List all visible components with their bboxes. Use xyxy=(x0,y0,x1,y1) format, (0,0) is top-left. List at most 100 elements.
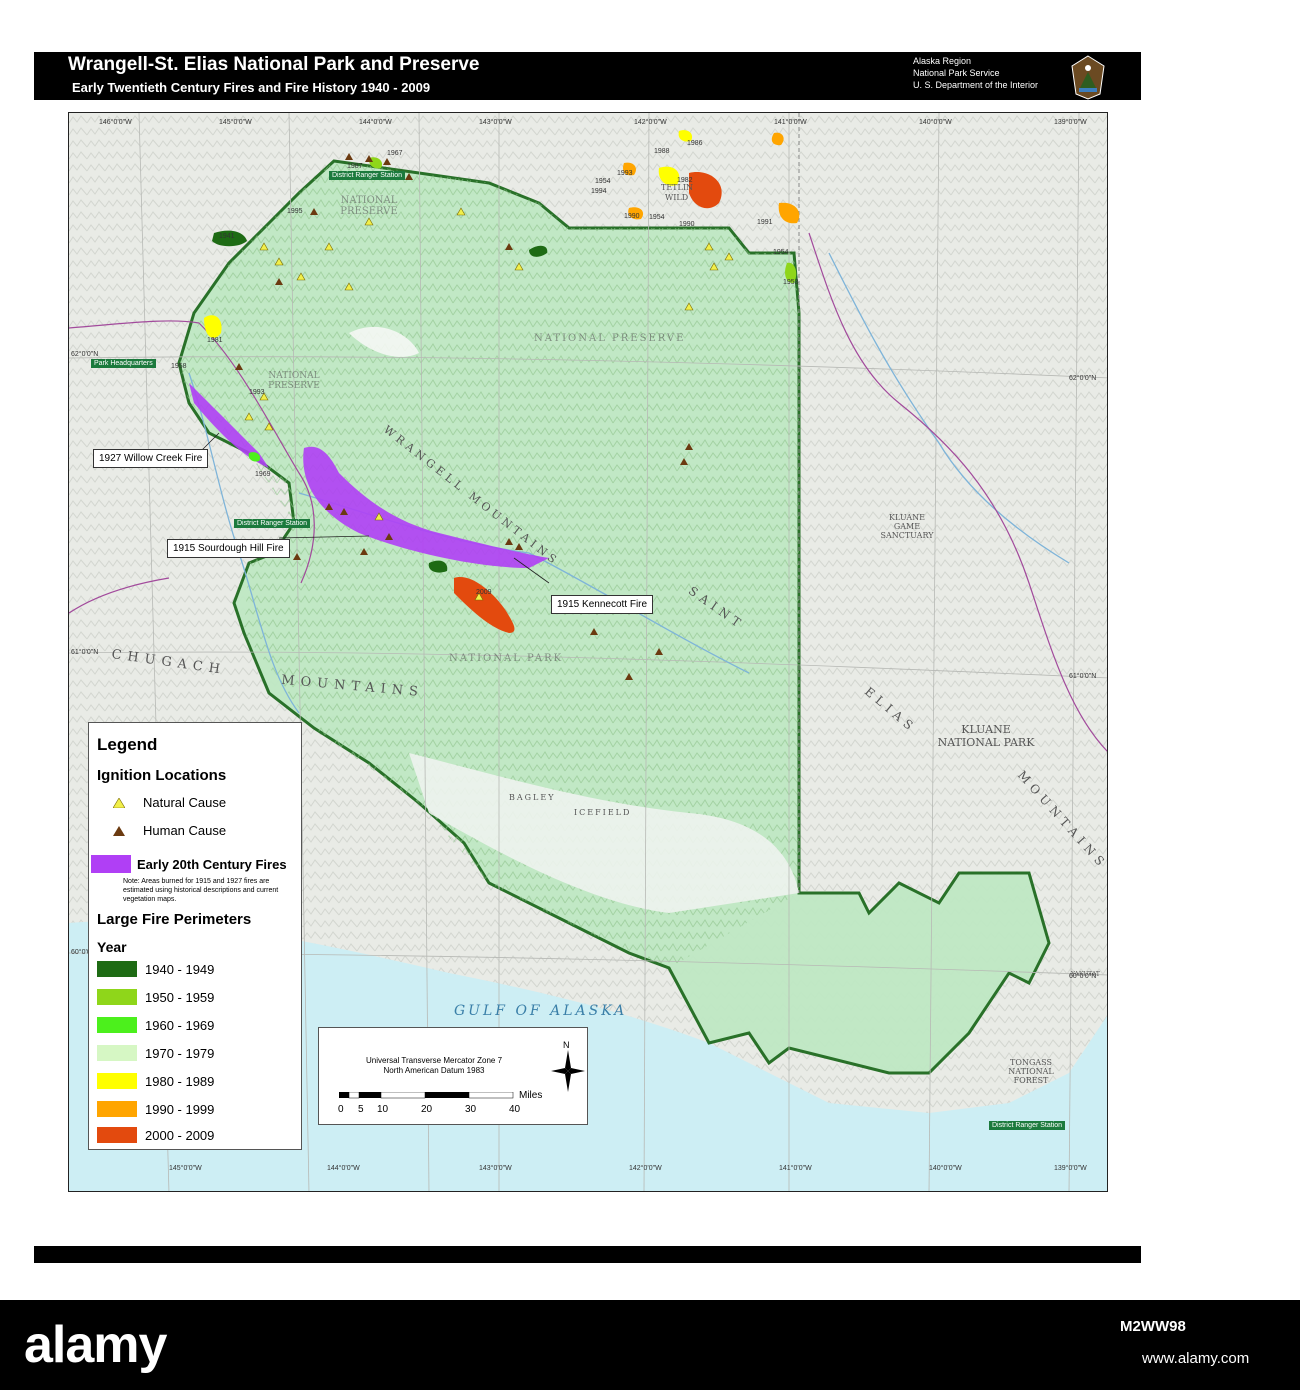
lon-tick-top: 143°0'0"W xyxy=(479,119,512,126)
fire-year-label: 1991 xyxy=(757,219,773,226)
north-arrow-icon xyxy=(551,1050,585,1092)
datum-text: North American Datum 1983 xyxy=(383,1066,485,1075)
label-national-preserve-west: NATIONAL PRESERVE xyxy=(268,371,320,391)
lon-tick-top: 146°0'0"W xyxy=(99,119,132,126)
lon-tick-bottom: 141°0'0"W xyxy=(779,1165,812,1172)
station-park-headquarters: Park Headquarters xyxy=(91,359,156,368)
legend-decade-label: 1940 - 1949 xyxy=(145,961,215,977)
legend-note: Note: Areas burned for 1915 and 1927 fir… xyxy=(123,878,279,903)
fire-year-label: 1993 xyxy=(617,170,633,177)
lon-tick-bottom: 145°0'0"W xyxy=(169,1165,202,1172)
footer-bar xyxy=(34,1246,1141,1263)
lon-tick-top: 144°0'0"W xyxy=(359,119,392,126)
legend-year-heading: Year xyxy=(97,939,127,955)
label-tetlin: TETLIN xyxy=(661,183,693,192)
label-icefield: ICEFIELD xyxy=(574,808,632,817)
fire-year-label: 1954 xyxy=(595,178,611,185)
triangle-natural-icon xyxy=(113,797,125,808)
nps-arrowhead-icon xyxy=(1071,55,1105,100)
lon-tick-top: 142°0'0"W xyxy=(634,119,667,126)
scale-tick: 0 xyxy=(338,1104,344,1115)
legend-decade-row: 1950 - 1959 xyxy=(97,989,214,1005)
legend-decade-label: 1950 - 1959 xyxy=(145,989,215,1005)
label-national-park: NATIONAL PARK xyxy=(449,653,564,664)
legend-human-cause: Human Cause xyxy=(113,823,226,838)
legend-decade-label: 1990 - 1999 xyxy=(145,1101,215,1117)
lon-tick-top: 145°0'0"W xyxy=(219,119,252,126)
agency-line-1: Alaska Region xyxy=(913,56,972,66)
label-tongass: TONGASS NATIONAL FOREST xyxy=(1008,1058,1054,1085)
north-label: N xyxy=(563,1040,570,1050)
legend-ignition-heading: Ignition Locations xyxy=(97,767,227,784)
lon-tick-bottom: 142°0'0"W xyxy=(629,1165,662,1172)
fire-year-label: 1990 xyxy=(679,221,695,228)
alamy-logo: alamy xyxy=(24,1316,167,1374)
legend-decade-label: 2000 - 2009 xyxy=(145,1127,215,1143)
legend-decade-label: 1960 - 1969 xyxy=(145,1017,215,1033)
lat-tick-right: 61°0'0"N xyxy=(1069,673,1097,680)
legend-early-fires-label: Early 20th Century Fires xyxy=(137,856,287,872)
legend-decade-label: 1980 - 1989 xyxy=(145,1073,215,1089)
label-kluane-game-sanctuary: KLUANE GAME SANCTUARY xyxy=(880,513,934,540)
callout-willow-creek-fire: 1927 Willow Creek Fire xyxy=(93,449,209,468)
watermark-strip xyxy=(0,1300,1300,1390)
station-chitina-ranger: District Ranger Station xyxy=(234,519,311,528)
legend-natural-label: Natural Cause xyxy=(143,795,227,810)
fire-year-label: 1986 xyxy=(687,140,703,147)
swatch-2000s xyxy=(97,1127,137,1143)
fire-year-label: 1993 xyxy=(249,389,265,396)
triangle-human-icon xyxy=(113,825,125,836)
swatch-1960s xyxy=(97,1017,137,1033)
legend-early-fires: Early 20th Century Fires xyxy=(91,855,287,873)
scale-units: Miles xyxy=(519,1090,543,1101)
legend-title: Legend xyxy=(97,735,158,754)
lon-tick-bottom: 144°0'0"W xyxy=(327,1165,360,1172)
fire-year-label: 1987 xyxy=(347,163,363,170)
swatch-1980s xyxy=(97,1073,137,1089)
label-yakutat: YAKUTAT xyxy=(1071,971,1100,978)
label-bagley: BAGLEY xyxy=(509,793,556,802)
fire-year-label: 2009 xyxy=(476,589,492,596)
agency-line-2: National Park Service xyxy=(913,68,1000,78)
fire-year-label: 1954 xyxy=(773,249,789,256)
lat-tick-left: 62°0'0"N xyxy=(71,351,99,358)
lon-tick-bottom: 140°0'0"W xyxy=(929,1165,962,1172)
legend-decade-row: 1970 - 1979 xyxy=(97,1045,214,1061)
agency-line-3: U. S. Department of the Interior xyxy=(913,80,1039,90)
fire-year-label: 1990 xyxy=(624,213,640,220)
legend-panel: Legend Ignition Locations Natural Cause … xyxy=(88,722,302,1150)
swatch-early-fires xyxy=(91,855,131,873)
station-south-ranger: District Ranger Station xyxy=(989,1121,1066,1130)
legend-natural-cause: Natural Cause xyxy=(113,795,226,810)
lon-tick-bottom: 143°0'0"W xyxy=(479,1165,512,1172)
label-gulf-of-alaska: GULF OF ALASKA xyxy=(454,1003,628,1019)
swatch-1990s xyxy=(97,1101,137,1117)
label-kluane-national-park: KLUANE NATIONAL PARK xyxy=(937,723,1035,749)
fire-year-label: 1969 xyxy=(255,471,271,478)
legend-decade-row: 1960 - 1969 xyxy=(97,1017,214,1033)
lat-tick-left: 61°0'0"N xyxy=(71,649,99,656)
lon-tick-bottom: 139°0'0"W xyxy=(1054,1165,1087,1172)
lat-tick-right: 62°0'0"N xyxy=(1069,375,1097,382)
station-north-ranger: District Ranger Station xyxy=(329,171,406,180)
scale-tick: 10 xyxy=(377,1104,389,1115)
fire-year-label: 1953 xyxy=(783,279,799,286)
fire-year-label: 1982 xyxy=(677,177,693,184)
legend-decade-row: 2000 - 2009 xyxy=(97,1127,214,1143)
lon-tick-top: 141°0'0"W xyxy=(774,119,807,126)
legend-decade-row: 1940 - 1949 xyxy=(97,961,214,977)
legend-decade-row: 1980 - 1989 xyxy=(97,1073,214,1089)
fire-year-label: 1941 xyxy=(219,233,235,240)
lon-tick-top: 139°0'0"W xyxy=(1054,119,1087,126)
fire-year-label: 1958 xyxy=(171,363,187,370)
scale-tick: 20 xyxy=(421,1104,433,1115)
scale-bar xyxy=(339,1092,514,1099)
image-id: M2WW98 xyxy=(1120,1318,1186,1335)
swatch-1950s xyxy=(97,989,137,1005)
fire-year-label: 1967 xyxy=(387,150,403,157)
fire-year-label: 1994 xyxy=(591,188,607,195)
site-url: www.alamy.com xyxy=(1142,1350,1250,1367)
callout-kennecott-fire: 1915 Kennecott Fire xyxy=(551,595,654,614)
fire-year-label: 1981 xyxy=(207,337,223,344)
projection-text: Universal Transverse Mercator Zone 7 xyxy=(365,1056,503,1065)
